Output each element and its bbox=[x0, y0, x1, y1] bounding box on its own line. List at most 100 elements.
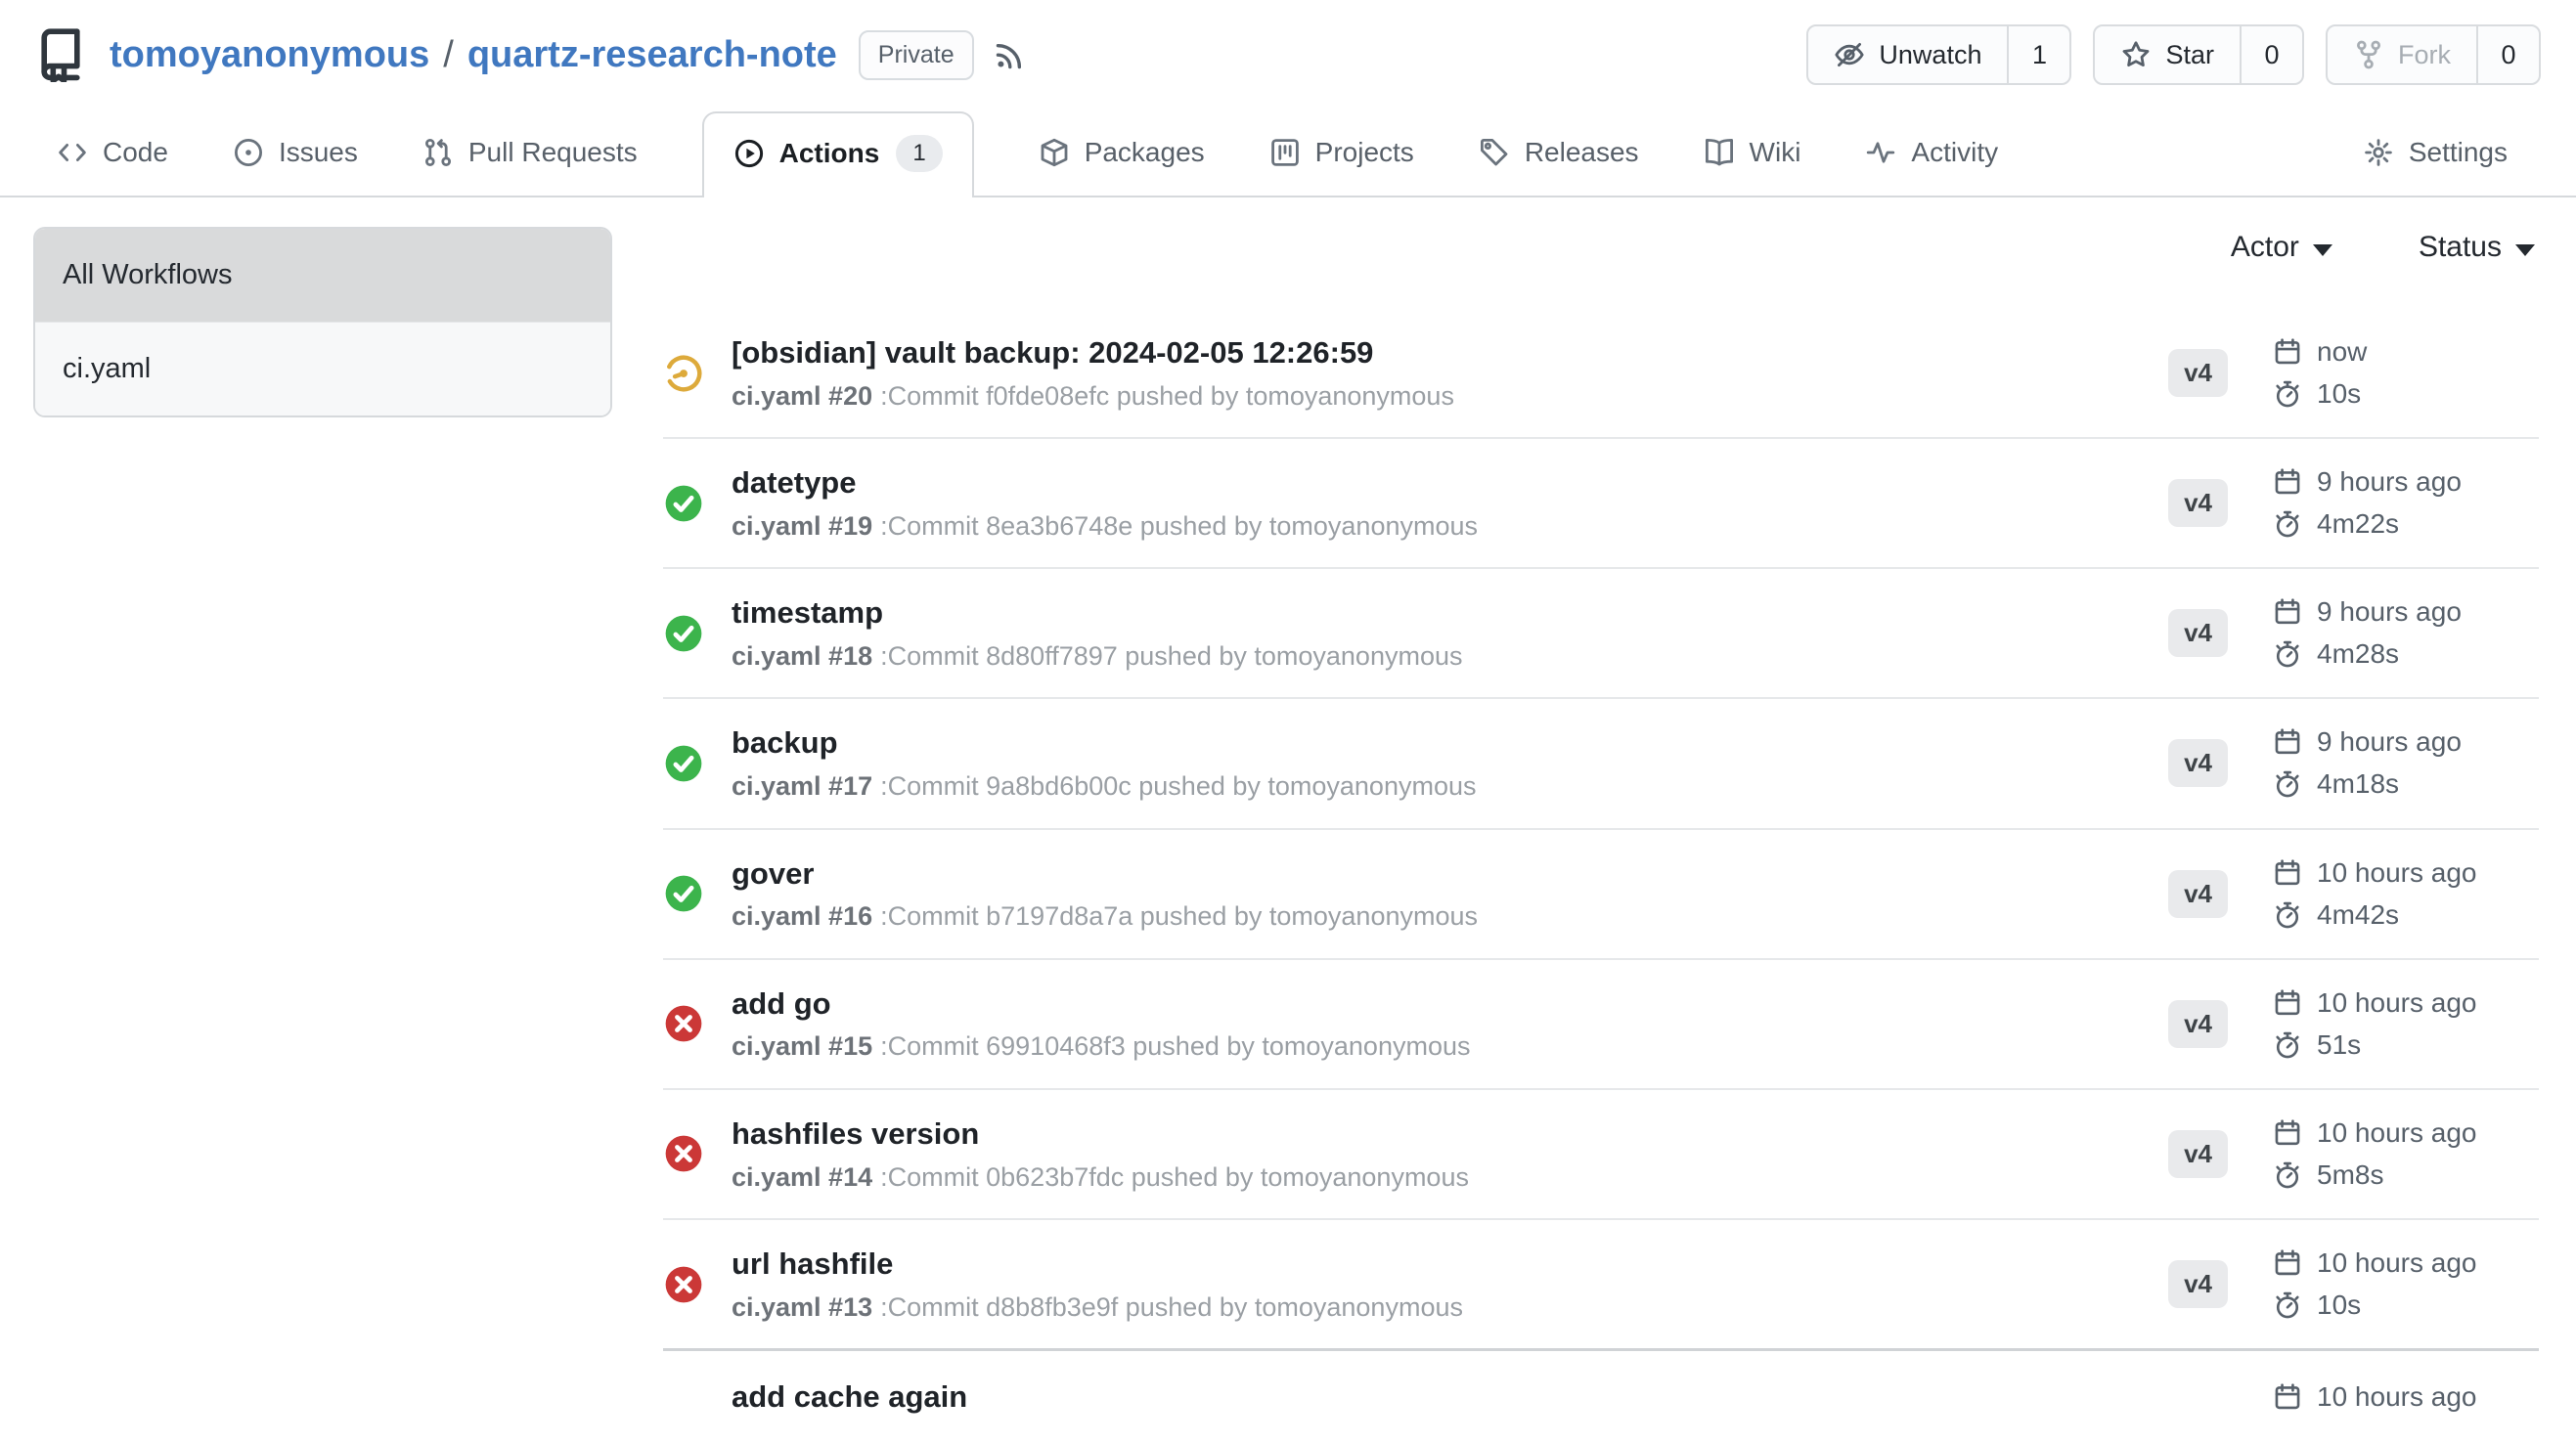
run-commit-text: :Commit b7197d8a7a pushed by tomoyanonym… bbox=[880, 901, 1478, 931]
run-title[interactable]: datetype bbox=[732, 464, 1478, 503]
run-meta: ci.yaml #19:Commit 8ea3b6748e pushed by … bbox=[732, 510, 1478, 542]
tab-actions[interactable]: Actions 1 bbox=[702, 111, 974, 197]
run-meta: ci.yaml #16 :Commit b7197d8a7a pushed by … bbox=[732, 900, 1478, 932]
run-times: now 10s bbox=[2273, 336, 2539, 410]
tab-pull-requests[interactable]: Pull Requests bbox=[422, 137, 638, 196]
workflow-run-row-partial[interactable]: add cache again 10 hours ago bbox=[663, 1351, 2539, 1443]
fork-count[interactable]: 0 bbox=[2476, 26, 2539, 83]
tab-packages[interactable]: Packages bbox=[1039, 137, 1205, 196]
run-version-badge: v4 bbox=[2168, 739, 2228, 787]
repo-action-buttons: Unwatch 1 Star 0 Fork 0 bbox=[1806, 24, 2541, 85]
run-meta: ci.yaml #18:Commit 8d80ff7897 pushed by … bbox=[732, 640, 1462, 672]
run-meta: ci.yaml #13:Commit d8b8fb3e9f pushed by … bbox=[732, 1291, 1463, 1323]
run-filters: Actor Status bbox=[663, 227, 2539, 264]
run-workflow-ref[interactable]: ci.yaml #15 bbox=[732, 1031, 872, 1061]
workflow-run-row[interactable]: add go ci.yaml #15:Commit 69910468f3 pus… bbox=[663, 960, 2539, 1090]
run-commit-text: :Commit f0fde08efc pushed by tomoyanonym… bbox=[880, 381, 1454, 411]
stopwatch-icon bbox=[2273, 509, 2302, 539]
fork-button[interactable]: Fork 0 bbox=[2326, 24, 2541, 85]
tab-projects[interactable]: Projects bbox=[1269, 137, 1414, 196]
stopwatch-icon bbox=[2273, 1290, 2302, 1320]
issue-icon bbox=[233, 137, 264, 168]
project-icon bbox=[1269, 137, 1301, 168]
calendar-icon bbox=[2273, 988, 2302, 1018]
run-workflow-ref[interactable]: ci.yaml #13 bbox=[732, 1292, 872, 1322]
run-workflow-ref[interactable]: ci.yaml #20 bbox=[732, 381, 872, 411]
workflow-run-list: [obsidian] vault backup: 2024-02-05 12:2… bbox=[663, 309, 2539, 1351]
watch-count[interactable]: 1 bbox=[2007, 26, 2069, 83]
run-meta: ci.yaml #15:Commit 69910468f3 pushed by … bbox=[732, 1030, 1471, 1062]
run-title[interactable]: hashfiles version bbox=[732, 1115, 1469, 1154]
run-status-icon bbox=[663, 1264, 704, 1305]
run-commit-text: :Commit 9a8bd6b00c pushed by tomoyanonym… bbox=[880, 771, 1476, 801]
book-icon bbox=[1704, 137, 1735, 168]
status-icon bbox=[663, 1377, 704, 1418]
runs-content: Actor Status [obsidian] vault backup: 20… bbox=[663, 227, 2539, 1443]
tab-activity[interactable]: Activity bbox=[1865, 137, 1998, 196]
repo-tab-nav: Code Issues Pull Requests Actions 1 Pack… bbox=[0, 111, 2576, 197]
tab-releases[interactable]: Releases bbox=[1479, 137, 1639, 196]
workflow-run-row[interactable]: url hashfile ci.yaml #13:Commit d8b8fb3e… bbox=[663, 1220, 2539, 1351]
star-count[interactable]: 0 bbox=[2240, 26, 2302, 83]
run-version-badge: v4 bbox=[2168, 870, 2228, 918]
run-workflow-ref[interactable]: ci.yaml #18 bbox=[732, 641, 872, 671]
run-version-badge: v4 bbox=[2168, 479, 2228, 527]
workflow-run-row[interactable]: gover ci.yaml #16 :Commit b7197d8a7a push… bbox=[663, 830, 2539, 960]
run-version-badge: v4 bbox=[2168, 1260, 2228, 1308]
tab-settings[interactable]: Settings bbox=[2363, 137, 2508, 196]
run-version-badge: v4 bbox=[2168, 1000, 2228, 1048]
status-filter-dropdown[interactable]: Status bbox=[2419, 231, 2535, 264]
x-icon bbox=[663, 1003, 704, 1044]
run-duration: 51s bbox=[2317, 1029, 2361, 1061]
run-title[interactable]: add cache again bbox=[732, 1378, 967, 1417]
run-time: 10 hours ago bbox=[2317, 987, 2476, 1019]
package-icon bbox=[1039, 137, 1070, 168]
tab-wiki[interactable]: Wiki bbox=[1704, 137, 1801, 196]
spinner-icon bbox=[663, 353, 704, 394]
sidebar-item-ci-yaml[interactable]: ci.yaml bbox=[35, 322, 610, 415]
repo-separator: / bbox=[443, 34, 454, 76]
run-title[interactable]: timestamp bbox=[732, 594, 1462, 633]
tag-icon bbox=[1479, 137, 1510, 168]
actor-filter-dropdown[interactable]: Actor bbox=[2231, 231, 2332, 264]
run-time: 9 hours ago bbox=[2317, 596, 2462, 628]
actions-main: All Workflows ci.yaml Actor Status bbox=[0, 197, 2576, 1443]
workflow-run-row[interactable]: [obsidian] vault backup: 2024-02-05 12:2… bbox=[663, 309, 2539, 439]
repo-name-link[interactable]: quartz-research-note bbox=[467, 34, 837, 76]
tab-issues[interactable]: Issues bbox=[233, 137, 358, 196]
star-button[interactable]: Star 0 bbox=[2093, 24, 2304, 85]
workflow-run-row[interactable]: hashfiles version ci.yaml #14:Commit 0b6… bbox=[663, 1090, 2539, 1220]
run-title[interactable]: add go bbox=[732, 985, 1471, 1024]
run-workflow-ref[interactable]: ci.yaml #19 bbox=[732, 511, 872, 541]
run-workflow-ref[interactable]: ci.yaml #16 bbox=[732, 901, 872, 931]
tab-code[interactable]: Code bbox=[57, 137, 168, 196]
feed-icon[interactable] bbox=[994, 38, 1027, 71]
run-time: 10 hours ago bbox=[2317, 857, 2476, 889]
workflow-run-row[interactable]: timestamp ci.yaml #18:Commit 8d80ff7897 … bbox=[663, 569, 2539, 699]
run-status-icon bbox=[663, 743, 704, 784]
run-title[interactable]: gover bbox=[732, 855, 1478, 894]
run-title[interactable]: [obsidian] vault backup: 2024-02-05 12:2… bbox=[732, 334, 1454, 372]
run-version-badge: v4 bbox=[2168, 349, 2228, 397]
stopwatch-icon bbox=[2273, 639, 2302, 669]
unwatch-button[interactable]: Unwatch 1 bbox=[1806, 24, 2071, 85]
x-icon bbox=[663, 1133, 704, 1174]
run-title[interactable]: url hashfile bbox=[732, 1246, 1463, 1284]
run-workflow-ref[interactable]: ci.yaml #17 bbox=[732, 771, 872, 801]
calendar-icon bbox=[2273, 337, 2302, 367]
workflow-sidebar: All Workflows ci.yaml bbox=[33, 227, 612, 417]
workflow-run-row[interactable]: backup ci.yaml #17 :Commit 9a8bd6b00c pus… bbox=[663, 699, 2539, 829]
run-meta: ci.yaml #14:Commit 0b623b7fdc pushed by … bbox=[732, 1161, 1469, 1193]
run-time: 9 hours ago bbox=[2317, 466, 2462, 498]
x-icon bbox=[663, 1264, 704, 1305]
calendar-icon bbox=[2273, 727, 2302, 757]
run-title[interactable]: backup bbox=[732, 724, 1476, 763]
run-workflow-ref[interactable]: ci.yaml #14 bbox=[732, 1162, 872, 1192]
calendar-icon bbox=[2273, 1248, 2302, 1278]
workflow-run-row[interactable]: datetype ci.yaml #19:Commit 8ea3b6748e p… bbox=[663, 439, 2539, 569]
repo-owner-link[interactable]: tomoyanonymous bbox=[110, 34, 429, 76]
sidebar-item-all-workflows[interactable]: All Workflows bbox=[35, 229, 610, 322]
stopwatch-icon bbox=[2273, 379, 2302, 409]
calendar-icon bbox=[2273, 467, 2302, 497]
check-icon bbox=[663, 743, 704, 784]
